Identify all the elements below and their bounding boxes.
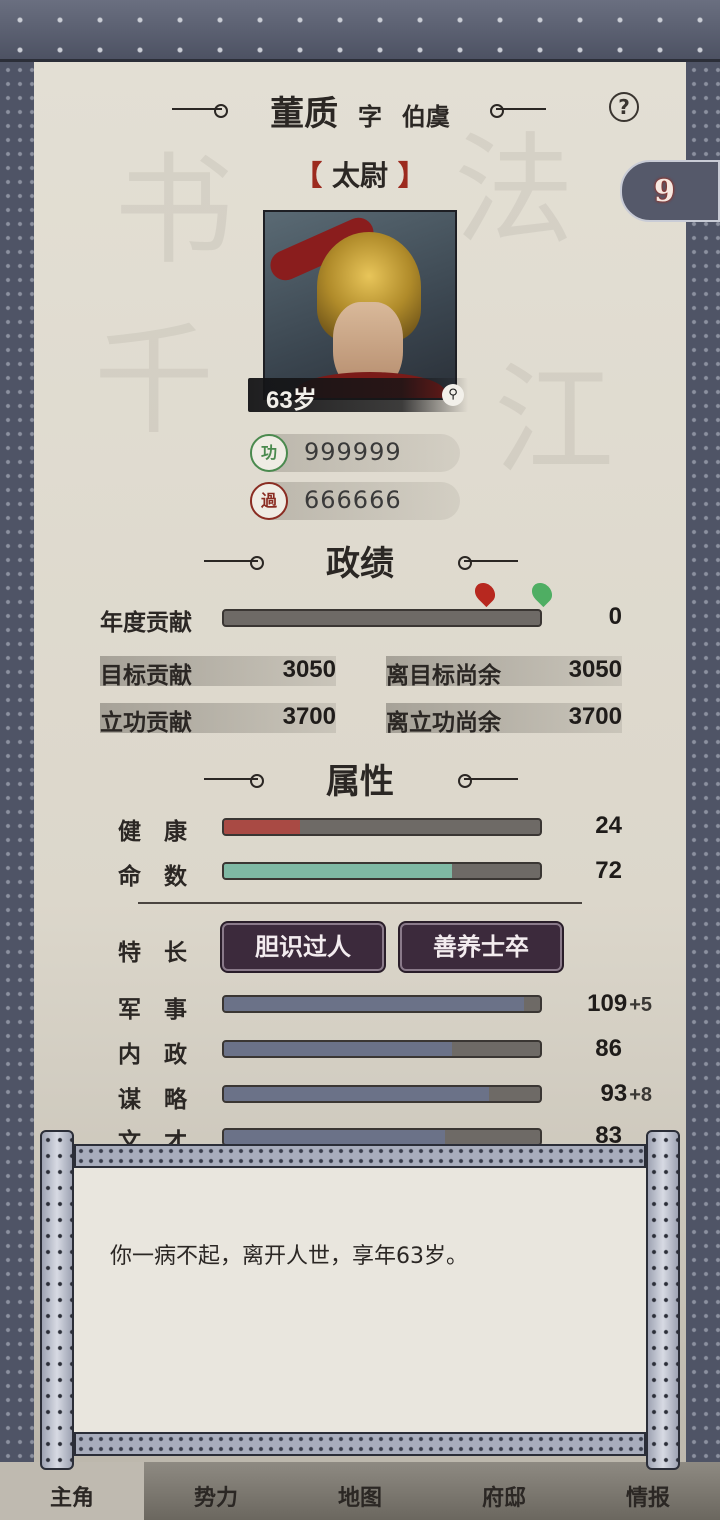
military-value-group: 109 +5 xyxy=(560,990,652,1018)
trait-badge-courage[interactable]: 胆识过人 xyxy=(222,923,384,971)
calligraphy-watermark: 千 xyxy=(94,312,214,451)
strategy-value: 93 xyxy=(600,1080,628,1107)
remaining-target-value: 3050 xyxy=(568,656,622,683)
military-bar xyxy=(222,995,542,1013)
top-frame-border xyxy=(0,0,720,62)
bracket-right: 】 xyxy=(397,159,426,192)
annual-contribution-value: 0 xyxy=(608,603,622,630)
politics-value: 86 xyxy=(595,1035,622,1062)
health-bar xyxy=(222,818,542,836)
event-scroll-dialog[interactable]: 你一病不起，离开人世，享年63岁。 xyxy=(40,1130,680,1470)
nav-tab-faction[interactable]: 势力 xyxy=(144,1462,288,1520)
annual-contribution-bar xyxy=(222,609,542,627)
health-value: 24 xyxy=(595,812,622,839)
scroll-band-bottom xyxy=(74,1432,646,1456)
bottom-navigation: 主角 势力 地图 府邸 情报 xyxy=(0,1462,720,1520)
dialog-message: 你一病不起，离开人世，享年63岁。 xyxy=(110,1244,468,1269)
nav-tab-mansion[interactable]: 府邸 xyxy=(432,1462,576,1520)
target-contribution-label: 目标贡献 xyxy=(100,662,192,689)
strategy-bonus: +8 xyxy=(629,1084,652,1106)
courtesy-name: 伯虞 xyxy=(401,102,450,131)
demerit-row: 過 666666 xyxy=(250,482,460,520)
lifespan-label: 命 数 xyxy=(118,863,187,890)
nav-tab-protagonist[interactable]: 主角 xyxy=(0,1462,144,1520)
remaining-target-label: 离目标尚余 xyxy=(386,662,501,689)
age-value: 63岁 xyxy=(266,387,317,414)
character-portrait[interactable] xyxy=(263,210,457,400)
merit-contribution-value: 3700 xyxy=(282,703,336,730)
cloud-counter-badge[interactable]: 9 xyxy=(620,160,720,222)
specialty-label: 特 长 xyxy=(118,939,187,966)
performance-section-title: 政绩 xyxy=(326,544,394,584)
scroll-rod-right xyxy=(646,1130,680,1470)
strategy-bar xyxy=(222,1085,542,1103)
attributes-section-title: 属性 xyxy=(326,762,394,802)
merit-contribution-label: 立功贡献 xyxy=(100,709,192,736)
scroll-sheet xyxy=(74,1168,646,1432)
official-title: 【 太尉 】 xyxy=(0,154,720,194)
strategy-label: 谋 略 xyxy=(118,1086,187,1113)
cloud-counter-value: 9 xyxy=(654,174,675,209)
help-button[interactable]: ? xyxy=(609,92,639,122)
health-label: 健 康 xyxy=(118,818,187,845)
military-label: 军 事 xyxy=(118,996,187,1023)
lifespan-value: 72 xyxy=(595,857,622,884)
nav-tab-map[interactable]: 地图 xyxy=(288,1462,432,1520)
remaining-merit-label: 离立功尚余 xyxy=(386,709,501,736)
nav-tab-intelligence[interactable]: 情报 xyxy=(576,1462,720,1520)
military-value: 109 xyxy=(587,990,628,1017)
demerit-seal-icon: 過 xyxy=(250,482,288,520)
character-name: 董质 xyxy=(270,94,339,134)
strategy-bar-fill xyxy=(224,1087,490,1101)
annual-contribution-label: 年度贡献 xyxy=(100,609,192,636)
bracket-left: 【 xyxy=(294,159,323,192)
health-bar-fill xyxy=(224,820,300,834)
military-bar-fill xyxy=(224,997,525,1011)
strategy-value-group: 93 +8 xyxy=(560,1080,652,1108)
attributes-divider xyxy=(138,902,582,904)
trait-badge-troop-care[interactable]: 善养士卒 xyxy=(400,923,562,971)
lifespan-bar-fill xyxy=(224,864,452,878)
calligraphy-watermark: 江 xyxy=(494,352,614,491)
age-bar: 63岁 ⚲ xyxy=(248,378,468,414)
target-contribution-value: 3050 xyxy=(282,656,336,683)
official-title-text: 太尉 xyxy=(331,159,388,192)
magnifier-icon[interactable]: ⚲ xyxy=(442,384,464,406)
politics-bar-fill xyxy=(224,1042,452,1056)
politics-label: 内 政 xyxy=(118,1041,187,1068)
demerit-marks: 666666 xyxy=(304,486,402,514)
merit-seal-icon: 功 xyxy=(250,434,288,472)
merit-marks: 999999 xyxy=(304,438,402,466)
remaining-merit-value: 3700 xyxy=(568,703,622,730)
lifespan-bar xyxy=(222,862,542,880)
scroll-band-top xyxy=(74,1144,646,1168)
courtesy-prefix: 字 xyxy=(358,102,382,131)
scroll-rod-left xyxy=(40,1130,74,1470)
politics-bar xyxy=(222,1040,542,1058)
military-bonus: +5 xyxy=(629,994,652,1016)
question-mark-icon: ? xyxy=(618,95,630,119)
merit-row: 功 999999 xyxy=(250,434,460,472)
